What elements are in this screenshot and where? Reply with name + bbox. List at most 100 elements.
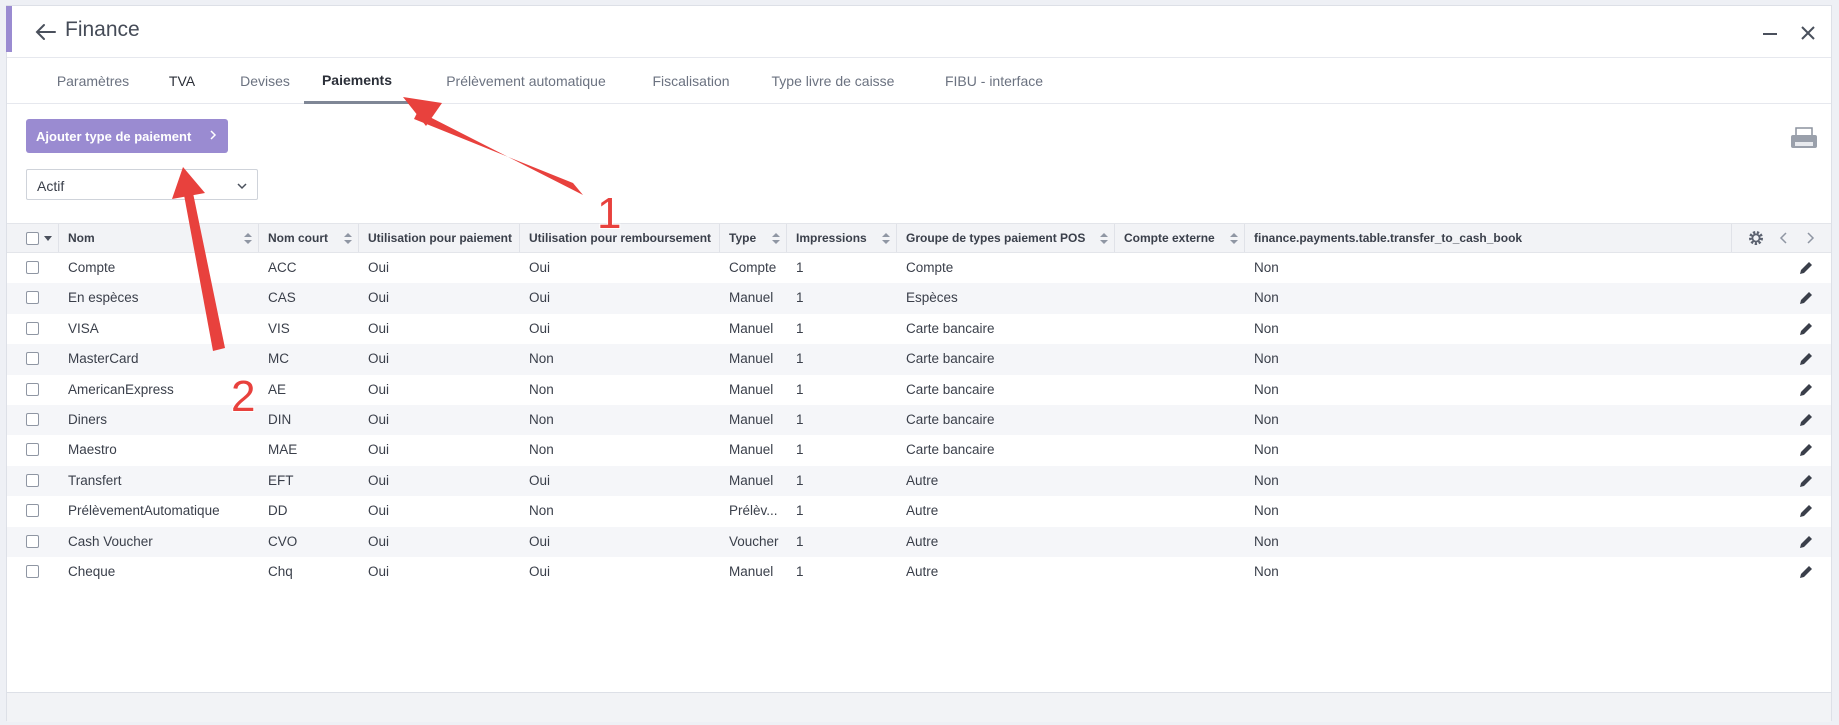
cell-compte-externe xyxy=(1115,253,1245,283)
cell-type: Manuel xyxy=(729,472,774,488)
row-checkbox[interactable] xyxy=(26,564,39,578)
cell-transfer-to-cash-book: Non xyxy=(1254,442,1279,458)
column-header-impressions[interactable]: Impressions xyxy=(787,224,897,252)
tab-tva[interactable]: TVA xyxy=(157,58,207,104)
chevron-left-icon[interactable] xyxy=(1777,230,1791,246)
cell-transfer-to-cash-book: Non xyxy=(1254,260,1279,275)
tab-parametres[interactable]: Paramètres xyxy=(37,58,149,104)
row-checkbox[interactable] xyxy=(26,321,39,335)
select-all-checkbox[interactable] xyxy=(26,232,39,245)
printer-icon[interactable] xyxy=(1789,126,1819,152)
cell-type: Manuel xyxy=(729,411,774,427)
status-filter-dropdown[interactable]: Actif xyxy=(26,169,258,200)
back-arrow-icon[interactable] xyxy=(33,20,59,44)
tab-paiements[interactable]: Paiements xyxy=(304,58,410,104)
pencil-icon[interactable] xyxy=(1798,382,1814,398)
table-row[interactable]: Cheque Chq Oui Oui Manuel 1 Autre Non xyxy=(7,557,1831,587)
column-header-utilisation-paiement[interactable]: Utilisation pour paiement xyxy=(359,224,520,252)
cell-nom-court: EFT xyxy=(268,472,294,488)
cell-utilisation-remboursement: Oui xyxy=(529,472,551,488)
row-checkbox[interactable] xyxy=(26,412,39,426)
column-header-nom[interactable]: Nom xyxy=(59,224,259,252)
row-checkbox[interactable] xyxy=(26,473,39,487)
cell-nom-court: CVO xyxy=(268,533,298,549)
cell-utilisation-paiement: Oui xyxy=(368,381,390,397)
row-checkbox[interactable] xyxy=(26,352,39,366)
cell-impressions: 1 xyxy=(796,411,804,427)
cell-type: Manuel xyxy=(729,320,774,336)
table-row[interactable]: MasterCard MC Oui Non Manuel 1 Carte bancaire N… xyxy=(7,344,1831,375)
pencil-icon[interactable] xyxy=(1798,473,1814,489)
column-header-groupe-pos[interactable]: Groupe de types paiement POS xyxy=(897,224,1115,252)
column-label: finance.payments.table.transfer_to_cash_… xyxy=(1254,231,1523,245)
table-row[interactable]: Maestro MAE Oui Non Manuel 1 Carte bancaire Non xyxy=(7,435,1831,465)
pencil-icon[interactable] xyxy=(1798,290,1814,306)
cell-type: Compte xyxy=(729,260,777,275)
cell-impressions: 1 xyxy=(796,563,804,579)
pencil-icon[interactable] xyxy=(1798,503,1814,519)
tab-prelevement-automatique[interactable]: Prélèvement automatique xyxy=(435,58,617,104)
cell-nom-court: MC xyxy=(268,351,289,367)
cell-transfer-to-cash-book: Non xyxy=(1254,351,1279,367)
cell-compte-externe xyxy=(1115,466,1245,496)
column-header-type[interactable]: Type xyxy=(720,224,787,252)
sort-icon xyxy=(772,233,780,244)
table-row[interactable]: Transfert EFT Oui Oui Manuel 1 Autre Non xyxy=(7,465,1831,497)
column-header-transfer-to-cash-book[interactable]: finance.payments.table.transfer_to_cash_… xyxy=(1245,224,1732,252)
column-header-nom-court[interactable]: Nom court xyxy=(259,224,359,252)
column-label: Utilisation pour paiement xyxy=(368,231,513,245)
column-header-utilisation-remboursement[interactable]: Utilisation pour remboursement xyxy=(520,224,720,252)
row-checkbox[interactable] xyxy=(26,261,39,274)
column-label: Groupe de types paiement POS xyxy=(906,231,1086,245)
pencil-icon[interactable] xyxy=(1798,412,1814,428)
table-header: Nom Nom court Utilisation pour paiement … xyxy=(7,223,1831,253)
tab-devises[interactable]: Devises xyxy=(227,58,303,104)
cell-nom: AmericanExpress xyxy=(68,381,174,397)
table-footer xyxy=(7,692,1831,722)
row-checkbox[interactable] xyxy=(26,291,39,305)
add-payment-type-button[interactable]: Ajouter type de paiement xyxy=(26,119,228,153)
cell-nom: MasterCard xyxy=(68,351,139,367)
close-icon[interactable] xyxy=(1797,22,1819,44)
cell-utilisation-remboursement: Oui xyxy=(529,260,551,275)
cell-utilisation-remboursement: Oui xyxy=(529,320,551,336)
table-row[interactable]: En espèces CAS Oui Oui Manuel 1 Espèces Non xyxy=(7,283,1831,314)
chevron-right-icon xyxy=(210,130,217,140)
pencil-icon[interactable] xyxy=(1798,351,1814,367)
pencil-icon[interactable] xyxy=(1798,442,1814,458)
column-label: Type xyxy=(729,231,757,245)
row-checkbox[interactable] xyxy=(26,443,39,457)
pencil-icon[interactable] xyxy=(1798,260,1814,276)
table-row[interactable]: Cash Voucher CVO Oui Oui Voucher 1 Autre Non xyxy=(7,526,1831,557)
table-row[interactable]: Compte ACC Oui Oui Compte 1 Compte Non xyxy=(7,253,1831,283)
cell-compte-externe xyxy=(1115,496,1245,526)
row-checkbox[interactable] xyxy=(26,382,39,396)
pencil-icon[interactable] xyxy=(1798,564,1814,580)
minimize-icon[interactable] xyxy=(1759,22,1781,44)
caret-down-icon[interactable] xyxy=(44,236,52,242)
cell-groupe-pos: Autre xyxy=(906,472,939,488)
chevron-right-icon[interactable] xyxy=(1803,230,1817,246)
cell-impressions: 1 xyxy=(796,442,804,458)
sort-icon xyxy=(1100,233,1108,244)
column-header-compte-externe[interactable]: Compte externe xyxy=(1115,224,1245,252)
row-checkbox[interactable] xyxy=(26,534,39,548)
gear-icon[interactable] xyxy=(1747,229,1765,247)
cell-transfer-to-cash-book: Non xyxy=(1254,411,1279,427)
cell-transfer-to-cash-book: Non xyxy=(1254,533,1279,549)
table-row[interactable]: AmericanExpress AE Oui Non Manuel 1 Carte banc… xyxy=(7,375,1831,405)
cell-groupe-pos: Autre xyxy=(906,533,939,549)
cell-utilisation-paiement: Oui xyxy=(368,503,390,519)
pencil-icon[interactable] xyxy=(1798,321,1814,337)
table-row[interactable]: VISA VIS Oui Oui Manuel 1 Carte bancaire Non xyxy=(7,314,1831,344)
table-row[interactable]: PrélèvementAutomatique DD Oui Non Prélèv... 1… xyxy=(7,496,1831,526)
pencil-icon[interactable] xyxy=(1798,534,1814,550)
tab-fiscalisation[interactable]: Fiscalisation xyxy=(643,58,739,104)
tab-fibu-interface[interactable]: FIBU - interface xyxy=(927,58,1061,104)
row-checkbox[interactable] xyxy=(26,504,39,518)
cell-compte-externe xyxy=(1115,435,1245,465)
cell-compte-externe xyxy=(1115,405,1245,435)
cell-transfer-to-cash-book: Non xyxy=(1254,290,1279,306)
tab-type-livre-de-caisse[interactable]: Type livre de caisse xyxy=(765,58,901,104)
table-row[interactable]: Diners DIN Oui Non Manuel 1 Carte bancaire Non xyxy=(7,404,1831,436)
